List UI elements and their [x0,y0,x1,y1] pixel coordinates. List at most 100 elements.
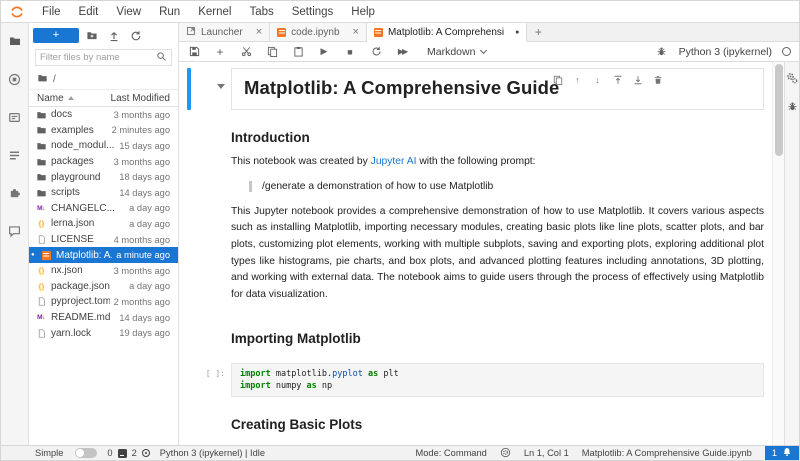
section-heading-introduction: Introduction [231,130,310,145]
copy-cells-icon[interactable] [265,45,279,59]
kernel-status-text[interactable]: Python 3 (ipykernel) | Idle [160,448,265,458]
delete-cell-icon[interactable] [652,74,663,85]
file-row[interactable]: packages 3 months ago [29,154,178,170]
file-row[interactable]: { } nx.json 3 months ago [29,263,178,279]
stop-kernel-icon[interactable]: ■ [343,45,357,59]
file-row[interactable]: { } package.json a day ago [29,279,178,295]
notebook-scrollbar[interactable] [772,62,784,445]
breadcrumb-root[interactable]: / [53,74,56,85]
file-row[interactable]: playground 18 days ago [29,169,178,185]
collapse-caret-icon[interactable] [217,84,225,89]
file-row[interactable]: yarn.lock 19 days ago [29,325,178,341]
debugger-icon[interactable] [655,45,669,59]
json-icon: { } [38,219,45,229]
markdown-cell-basic-plots[interactable]: Creating Basic Plots [187,405,768,441]
run-all-icon[interactable]: ▶▶ [395,45,409,59]
file-row[interactable]: LICENSE 4 months ago [29,232,178,248]
section-heading-basic-plots: Creating Basic Plots [231,416,363,432]
json-icon: { } [38,266,45,276]
close-tab-icon[interactable]: × [353,26,359,38]
property-inspector-icon[interactable] [786,72,798,84]
menu-file[interactable]: File [33,1,70,23]
tab-launcher[interactable]: Launcher × [179,23,271,41]
move-cell-down-icon[interactable]: ↓ [592,74,603,85]
code-editor[interactable]: import matplotlib.pyplot as plt import nu… [231,362,764,397]
file-row[interactable]: ●Matplotlib: A...a minute ago [29,247,178,263]
save-icon[interactable] [187,45,201,59]
file-row[interactable]: { } lerna.json a day ago [29,216,178,232]
notebook-icon [40,249,52,261]
new-folder-icon[interactable] [83,28,101,43]
notifications-badge[interactable]: 1 [764,446,799,460]
left-activity-bar [1,23,29,445]
file-row[interactable]: M↓ CHANGELC... a day ago [29,201,178,217]
filter-files-input[interactable] [40,52,156,63]
menu-edit[interactable]: Edit [70,1,108,23]
new-launcher-button[interactable]: + [33,28,79,43]
accessibility-icon[interactable] [500,447,511,460]
insert-cell-icon[interactable]: + [213,45,227,59]
files-icon[interactable] [7,33,23,49]
menu-settings[interactable]: Settings [283,1,343,23]
active-notebook-filename[interactable]: Matplotlib: A Comprehensive Guide.ipynb [582,448,752,458]
menu-kernel[interactable]: Kernel [189,1,240,23]
run-cell-icon[interactable]: ▶ [317,45,331,59]
file-row[interactable]: scripts 14 days ago [29,185,178,201]
breadcrumb[interactable]: / [29,70,178,90]
upload-icon[interactable] [105,28,123,43]
simple-mode-toggle[interactable] [75,448,98,458]
move-cell-up-icon[interactable]: ↑ [572,74,583,85]
simple-mode-label: Simple [35,448,64,458]
refresh-icon[interactable] [127,28,145,43]
cut-cells-icon[interactable] [239,45,253,59]
menu-tabs[interactable]: Tabs [240,1,282,23]
file-row[interactable]: examples 2 minutes ago [29,123,178,139]
kernel-name[interactable]: Python 3 (ipykernel) [679,46,772,58]
cell-type-dropdown[interactable]: Markdown [427,46,488,58]
file-row[interactable]: node_modul... 15 days ago [29,138,178,154]
markdown-cell-introduction[interactable]: Introduction This notebook was created b… [187,118,768,311]
menu-view[interactable]: View [107,1,150,23]
scrollbar-thumb[interactable] [775,64,783,156]
folder-icon [35,156,47,168]
chat-icon[interactable] [7,223,23,239]
jupyter-ai-link[interactable]: Jupyter AI [371,156,417,167]
restart-kernel-icon[interactable] [369,45,383,59]
menu-run[interactable]: Run [150,1,189,23]
file-icon [35,296,47,308]
debugger-icon[interactable] [786,100,798,112]
home-folder-icon[interactable] [37,73,48,86]
column-last-modified[interactable]: Last Modified [111,93,170,104]
file-row[interactable]: pyproject.toml 2 months ago [29,294,178,310]
tab-matplotlib-guide[interactable]: Matplotlib: A Comprehensi ● [366,23,528,42]
toc-icon[interactable] [7,147,23,163]
kernel-status-icon[interactable] [782,47,791,56]
menu-help[interactable]: Help [342,1,384,23]
insert-cell-above-icon[interactable] [612,74,623,85]
cell-toolbar: ↑ ↓ [552,74,663,85]
insert-cell-below-icon[interactable] [632,74,643,85]
notebook-title: Matplotlib: A Comprehensive Guide [244,77,560,98]
markdown-cell-importing[interactable]: Importing Matplotlib [187,319,768,355]
new-tab-button[interactable]: + [527,23,549,41]
terminal-icon[interactable] [117,448,127,458]
running-sessions-icon[interactable] [7,71,23,87]
duplicate-cell-icon[interactable] [552,74,563,85]
extensions-icon[interactable] [7,185,23,201]
tab-code-ipynb[interactable]: code.ipynb × [270,23,367,41]
unsaved-dot: ● [31,252,35,259]
file-list: docs 3 months ago examples 2 minutes ago nod… [29,107,178,445]
kernel-icon[interactable] [141,449,150,457]
launcher-card-icon[interactable] [7,109,23,125]
cursor-position[interactable]: Ln 1, Col 1 [524,448,569,458]
paste-cells-icon[interactable] [291,45,305,59]
markdown-cell-title[interactable]: Matplotlib: A Comprehensive Guide ↑ ↓ [187,68,768,110]
command-mode-indicator[interactable]: Mode: Command [416,448,487,458]
close-tab-icon[interactable]: × [256,26,262,38]
chevron-down-icon [480,46,488,54]
file-row[interactable]: docs 3 months ago [29,107,178,123]
file-row[interactable]: M↓ README.md 14 days ago [29,310,178,326]
dock-tab-bar: Launcher × code.ipynb × Matplotlib: A Co… [179,23,799,42]
column-name[interactable]: Name [37,93,111,104]
code-cell[interactable]: [ ]: import matplotlib.pyplot as plt impo… [187,362,768,397]
